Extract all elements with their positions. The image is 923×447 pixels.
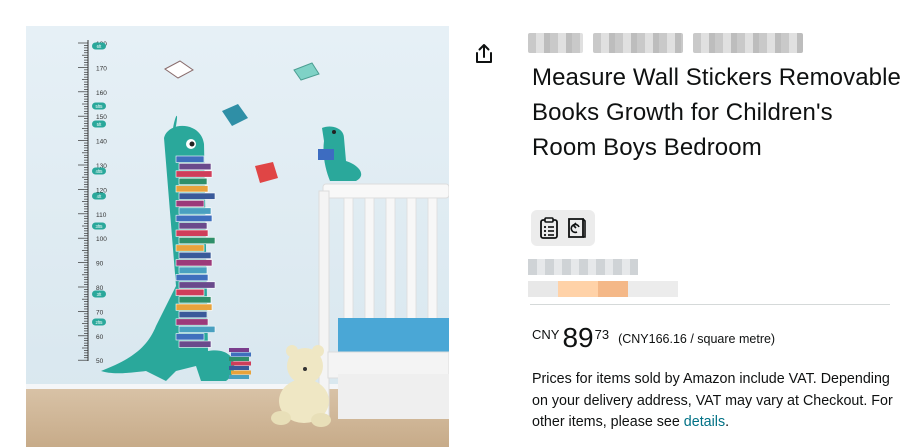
rating-redacted[interactable] xyxy=(528,259,678,299)
product-illustration: 18017016015014013012011010090807060506ft… xyxy=(26,26,449,447)
ruler-tick-label: 110 xyxy=(96,212,107,219)
share-icon xyxy=(476,44,492,63)
price-block: CNY 89 73 (CNY166.16 / square metre) xyxy=(532,322,775,354)
price-whole: 89 xyxy=(562,322,594,353)
ruler-ft-label: 5ft5 xyxy=(96,104,104,109)
ruler-ft-label: 3ft5 xyxy=(96,224,104,229)
share-button[interactable] xyxy=(472,42,496,66)
store-link-redacted[interactable] xyxy=(528,33,803,53)
section-divider xyxy=(530,304,890,305)
vat-note-end: . xyxy=(725,414,730,430)
ruler-tick-label: 90 xyxy=(96,261,104,268)
ruler-tick-label: 100 xyxy=(96,236,107,243)
ruler-tick-label: 50 xyxy=(96,358,104,365)
ruler-tick-label: 60 xyxy=(96,334,104,341)
book-refresh-icon[interactable] xyxy=(566,217,588,239)
product-action-chip xyxy=(531,210,595,246)
vat-note: Prices for items sold by Amazon include … xyxy=(532,369,902,434)
ruler-ft-label: 4ft5 xyxy=(96,169,104,174)
ruler-tick-label: 140 xyxy=(96,139,107,146)
clipboard-icon[interactable] xyxy=(538,217,560,239)
ruler-tick-label: 150 xyxy=(96,114,107,121)
product-title: Measure Wall Stickers Removable Books Gr… xyxy=(532,64,901,161)
unit-price: (CNY166.16 / square metre) xyxy=(618,332,776,346)
price-currency: CNY xyxy=(532,327,560,342)
ruler-tick-label: 170 xyxy=(96,65,107,72)
product-main-image[interactable]: 18017016015014013012011010090807060506ft… xyxy=(26,26,449,447)
price-fraction: 73 xyxy=(594,327,610,342)
ruler-ft-label: 2ft5 xyxy=(96,320,104,325)
ruler-tick-label: 160 xyxy=(96,90,107,97)
floor-books xyxy=(229,348,251,379)
vat-details-link[interactable]: details xyxy=(684,414,725,430)
ruler-tick-label: 70 xyxy=(96,309,104,316)
